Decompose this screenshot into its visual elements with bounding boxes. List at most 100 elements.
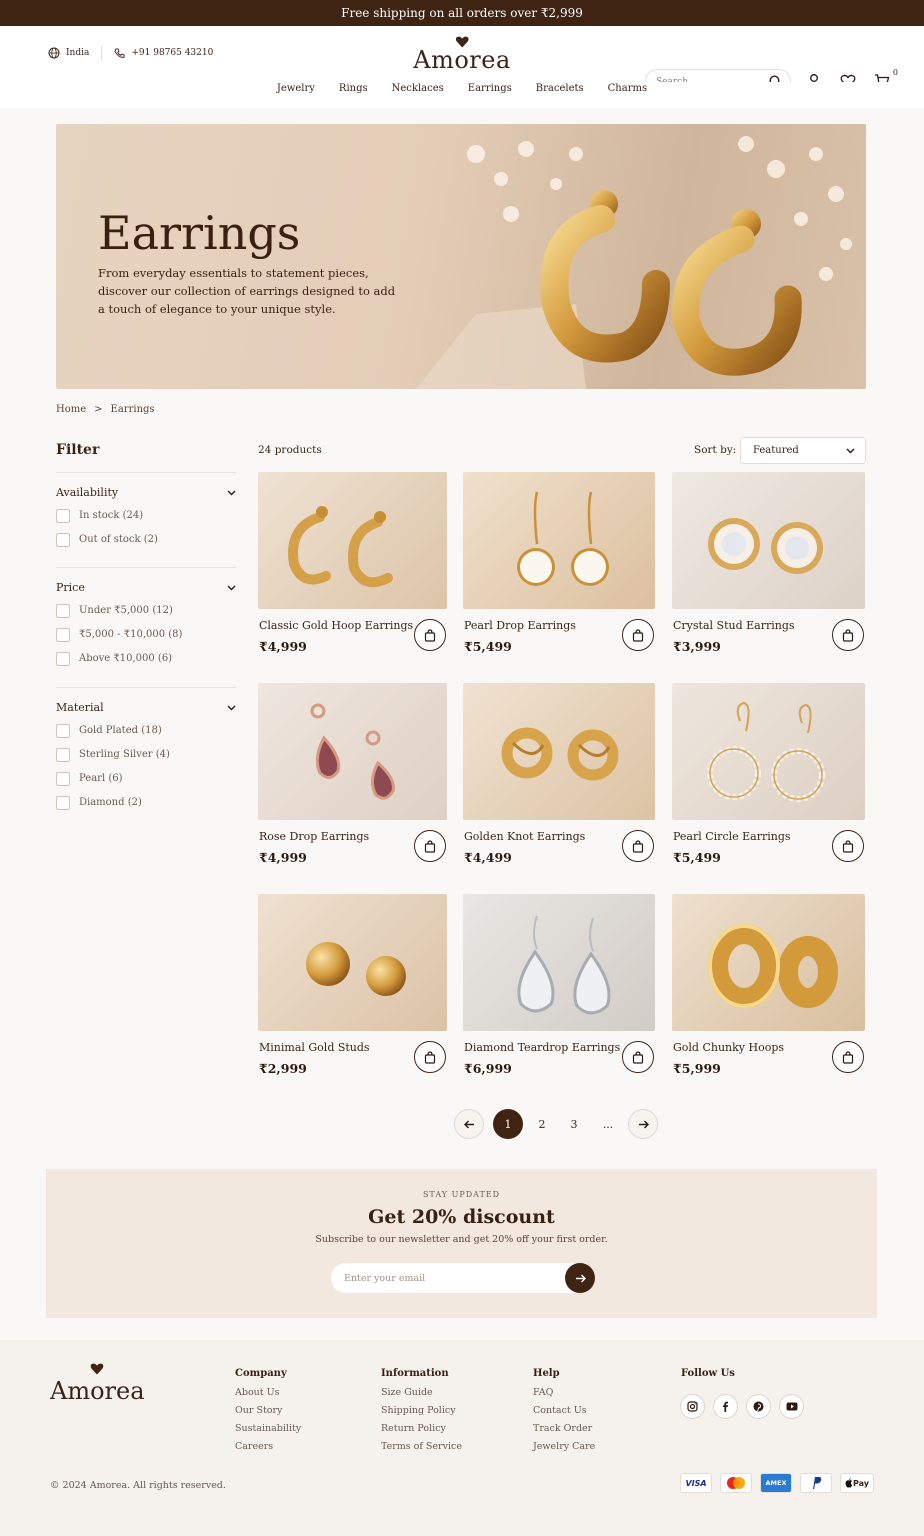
product-image[interactable] (258, 683, 447, 820)
product-name[interactable]: Pearl Circle Earrings (673, 830, 791, 843)
checkbox[interactable] (56, 651, 70, 666)
footer-link[interactable]: Our Story (235, 1405, 301, 1417)
product-name[interactable]: Golden Knot Earrings (464, 830, 585, 843)
footer-link[interactable]: Contact Us (533, 1405, 595, 1417)
shopping-bag-icon (424, 628, 436, 642)
product-name[interactable]: Diamond Teardrop Earrings (464, 1041, 620, 1054)
product-card[interactable]: Golden Knot Earrings ₹4,499 (463, 683, 655, 865)
add-to-cart-button[interactable] (622, 619, 654, 651)
instagram-button[interactable] (680, 1394, 705, 1419)
filter-toggle-price[interactable]: Price (56, 581, 236, 594)
email-field[interactable]: Enter your email (331, 1263, 595, 1293)
product-name[interactable]: Minimal Gold Studs (259, 1041, 370, 1054)
pinterest-button[interactable] (746, 1394, 771, 1419)
checkbox[interactable] (56, 603, 70, 618)
add-to-cart-button[interactable] (832, 619, 864, 651)
product-card[interactable]: Minimal Gold Studs ₹2,999 (258, 894, 447, 1076)
footer-link[interactable]: Terms of Service (381, 1441, 462, 1453)
product-name[interactable]: Pearl Drop Earrings (464, 619, 576, 632)
checkbox[interactable] (56, 508, 70, 523)
filter-option[interactable]: Above ₹10,000 (6) (56, 651, 236, 666)
nav-item-bracelets[interactable]: Bracelets (536, 82, 584, 107)
footer-link[interactable]: Shipping Policy (381, 1405, 462, 1417)
region-selector[interactable]: India (48, 47, 89, 59)
nav-item-jewelry[interactable]: Jewelry (277, 82, 315, 107)
product-card[interactable]: Pearl Drop Earrings ₹5,499 (463, 472, 655, 654)
footer-link[interactable]: Return Policy (381, 1423, 462, 1435)
product-image[interactable] (463, 683, 655, 820)
product-count: 24 products (258, 444, 322, 456)
product-card[interactable]: Classic Gold Hoop Earrings ₹4,999 (258, 472, 447, 654)
youtube-button[interactable] (779, 1394, 804, 1419)
prev-page-button[interactable] (454, 1109, 484, 1139)
add-to-cart-button[interactable] (414, 619, 446, 651)
filter-option[interactable]: ₹5,000 - ₹10,000 (8) (56, 627, 236, 642)
nav-item-necklaces[interactable]: Necklaces (392, 82, 444, 107)
product-image[interactable] (258, 894, 447, 1031)
product-name[interactable]: Rose Drop Earrings (259, 830, 369, 843)
product-name[interactable]: Gold Chunky Hoops (673, 1041, 784, 1054)
footer-link[interactable]: About Us (235, 1387, 301, 1399)
product-image[interactable] (463, 472, 655, 609)
footer-link[interactable]: Careers (235, 1441, 301, 1453)
checkbox[interactable] (56, 795, 70, 810)
footer-link[interactable]: Sustainability (235, 1423, 301, 1435)
filter-title: Filter (56, 442, 100, 458)
breadcrumb-home[interactable]: Home (56, 404, 86, 415)
filter-option[interactable]: In stock (24) (56, 508, 236, 523)
add-to-cart-button[interactable] (622, 830, 654, 862)
product-name[interactable]: Crystal Stud Earrings (673, 619, 795, 632)
add-to-cart-button[interactable] (414, 830, 446, 862)
subscribe-button[interactable] (565, 1263, 595, 1293)
footer-link[interactable]: FAQ (533, 1387, 595, 1399)
filter-option[interactable]: Gold Plated (18) (56, 723, 236, 738)
product-card[interactable]: Gold Chunky Hoops ₹5,999 (672, 894, 865, 1076)
nav-item-charms[interactable]: Charms (608, 82, 647, 107)
brand-logo[interactable]: Amorea (413, 36, 511, 72)
page-1-button[interactable]: 1 (493, 1109, 523, 1139)
filter-option[interactable]: Sterling Silver (4) (56, 747, 236, 762)
shopping-bag-icon (842, 1050, 854, 1064)
filter-option[interactable]: Under ₹5,000 (12) (56, 603, 236, 618)
product-card[interactable]: Pearl Circle Earrings ₹5,499 (672, 683, 865, 865)
checkbox[interactable] (56, 747, 70, 762)
nav-item-earrings[interactable]: Earrings (468, 82, 512, 107)
product-image[interactable] (672, 683, 865, 820)
nav-item-rings[interactable]: Rings (339, 82, 368, 107)
page-2-button[interactable]: 2 (527, 1109, 557, 1139)
filter-option-label: Above ₹10,000 (6) (79, 653, 173, 664)
product-card[interactable]: Crystal Stud Earrings ₹3,999 (672, 472, 865, 654)
next-page-button[interactable] (628, 1109, 658, 1139)
add-to-cart-button[interactable] (622, 1041, 654, 1073)
brand-name: Amorea (413, 46, 511, 74)
checkbox[interactable] (56, 771, 70, 786)
product-image[interactable] (672, 472, 865, 609)
checkbox[interactable] (56, 627, 70, 642)
filter-option[interactable]: Diamond (2) (56, 795, 236, 810)
product-image[interactable] (463, 894, 655, 1031)
facebook-button[interactable] (713, 1394, 738, 1419)
filter-toggle-availability[interactable]: Availability (56, 486, 236, 499)
arrow-right-icon (638, 1120, 649, 1128)
product-image[interactable] (672, 894, 865, 1031)
product-image[interactable] (258, 472, 447, 609)
checkbox[interactable] (56, 532, 70, 547)
add-to-cart-button[interactable] (414, 1041, 446, 1073)
add-to-cart-button[interactable] (832, 1041, 864, 1073)
phone-link[interactable]: +91 98765 43210 (114, 47, 213, 59)
product-name[interactable]: Classic Gold Hoop Earrings (259, 619, 413, 632)
page-3-button[interactable]: 3 (559, 1109, 589, 1139)
footer-link[interactable]: Track Order (533, 1423, 595, 1435)
chevron-down-icon (227, 585, 236, 590)
product-card[interactable]: Rose Drop Earrings ₹4,999 (258, 683, 447, 865)
filter-option[interactable]: Pearl (6) (56, 771, 236, 786)
checkbox[interactable] (56, 723, 70, 738)
footer-link[interactable]: Size Guide (381, 1387, 462, 1399)
filter-option[interactable]: Out of stock (2) (56, 532, 236, 547)
footer-link[interactable]: Jewelry Care (533, 1441, 595, 1453)
sort-select[interactable]: Featured (740, 437, 866, 464)
add-to-cart-button[interactable] (832, 830, 864, 862)
footer-logo[interactable]: Amorea (50, 1360, 145, 1403)
filter-toggle-material[interactable]: Material (56, 701, 236, 714)
product-card[interactable]: Diamond Teardrop Earrings ₹6,999 (463, 894, 655, 1076)
